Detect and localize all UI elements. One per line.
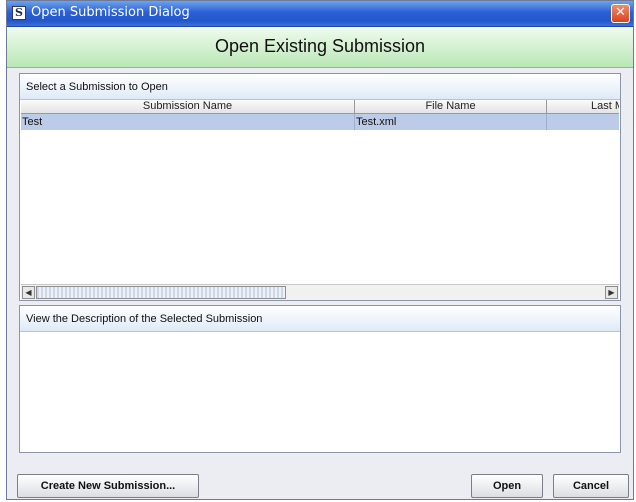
cancel-button[interactable]: Cancel	[553, 474, 629, 498]
horizontal-scrollbar[interactable]: ◀ ▶	[21, 284, 619, 300]
title-bar[interactable]: S Open Submission Dialog ✕	[7, 1, 633, 27]
app-icon: S	[12, 6, 26, 20]
cell-file-name[interactable]: Test.xml	[355, 114, 547, 130]
window-title: Open Submission Dialog	[31, 5, 190, 20]
table-row[interactable]: Test Test.xml	[21, 114, 619, 130]
submission-table: Submission Name File Name Last M Test Te…	[21, 100, 619, 284]
dialog-heading: Open Existing Submission	[214, 36, 426, 56]
dialog-header: Open Existing Submission	[7, 27, 633, 68]
column-header-submission-name[interactable]: Submission Name	[21, 100, 355, 114]
description-panel: View the Description of the Selected Sub…	[19, 305, 621, 453]
open-button[interactable]: Open	[471, 474, 543, 498]
dialog-window: S Open Submission Dialog ✕ Open Existing…	[6, 0, 634, 500]
close-button[interactable]: ✕	[611, 4, 630, 23]
column-header-last-modified[interactable]: Last M	[547, 100, 619, 114]
submission-list-panel: Select a Submission to Open Submission N…	[19, 73, 621, 301]
cell-last-modified[interactable]	[547, 114, 619, 130]
description-text-area[interactable]	[21, 332, 619, 451]
create-new-submission-button[interactable]: Create New Submission...	[17, 474, 199, 498]
scroll-right-arrow-icon[interactable]: ▶	[605, 286, 618, 299]
scroll-left-arrow-icon[interactable]: ◀	[22, 286, 35, 299]
description-label: View the Description of the Selected Sub…	[20, 306, 620, 332]
cell-submission-name[interactable]: Test	[21, 114, 355, 130]
submission-list-label: Select a Submission to Open	[20, 74, 620, 100]
scroll-thumb[interactable]	[36, 286, 286, 299]
column-header-file-name[interactable]: File Name	[355, 100, 547, 114]
